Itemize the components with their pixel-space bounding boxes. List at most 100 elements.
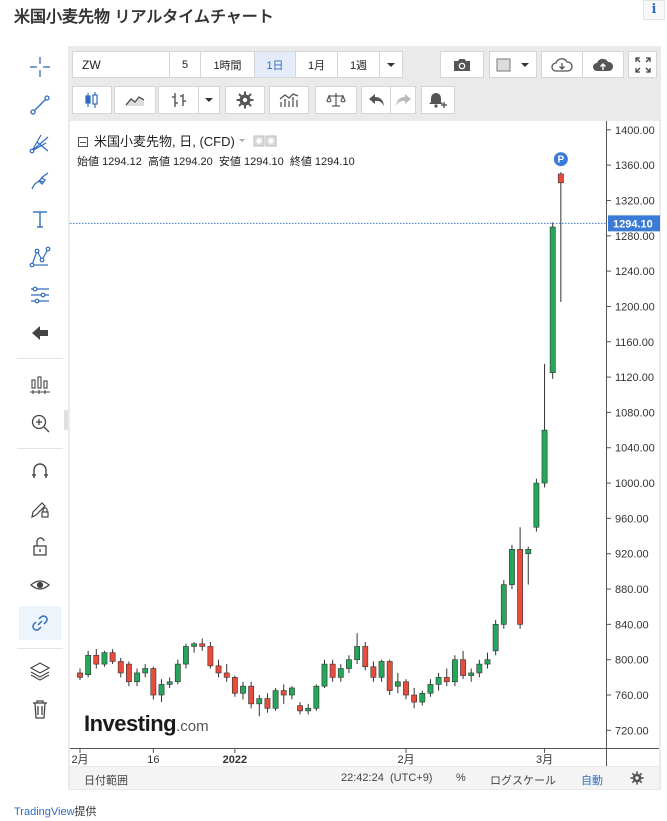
price-tick-label: 960.00: [615, 513, 649, 525]
alert-button[interactable]: [421, 86, 455, 114]
style-dropdown[interactable]: [489, 51, 537, 78]
date-range-button[interactable]: 日付範囲: [84, 772, 128, 788]
percent-toggle[interactable]: %: [456, 772, 466, 784]
candle-body: [231, 677, 238, 694]
price-axis-labels: 720.00 760.00 800.00 840.00 880.00 920.00 960.…: [607, 125, 660, 737]
gear-icon[interactable]: [630, 771, 644, 785]
time-tick-label: 3月: [536, 754, 553, 766]
candle: [403, 679, 409, 700]
candle: [256, 695, 263, 717]
investing-logo: Investing.com: [84, 711, 209, 737]
provider-credit: TradingView提供: [14, 803, 97, 819]
legend-options-icon[interactable]: [238, 135, 278, 147]
candle: [207, 642, 214, 669]
candle-body: [142, 668, 149, 674]
candle-body: [305, 707, 312, 712]
chart-pane[interactable]: P: [70, 121, 606, 748]
candle: [85, 650, 92, 678]
interval-1w[interactable]: 1週: [337, 51, 380, 78]
eye-icon[interactable]: [19, 568, 61, 602]
interval-dropdown[interactable]: [379, 51, 403, 78]
candle-body: [134, 672, 140, 683]
cloud-save-button[interactable]: [582, 51, 624, 78]
candle-body: [549, 226, 556, 373]
trend-line-icon[interactable]: [19, 88, 61, 122]
candle-body: [394, 681, 401, 687]
candle-type-button[interactable]: [72, 86, 112, 114]
pattern-icon[interactable]: [19, 240, 61, 274]
candle: [158, 679, 165, 703]
brush-icon[interactable]: [19, 164, 61, 198]
layers-icon[interactable]: [19, 654, 61, 688]
drawing-toolbar: [15, 46, 65, 736]
log-scale-toggle[interactable]: ログスケール: [490, 772, 556, 788]
interval-5[interactable]: 5: [169, 51, 201, 78]
time-axis-labels: 2月 16 2022 2月 3月: [71, 749, 553, 766]
candle: [240, 681, 246, 700]
price-tick-label: 1040.00: [615, 443, 655, 455]
redo-button[interactable]: [390, 86, 416, 114]
zoom-in-icon[interactable]: [19, 406, 61, 440]
candle: [93, 649, 100, 669]
price-tick-label: 1360.00: [615, 160, 655, 172]
time-axis[interactable]: 2月 16 2022 2月 3月: [70, 748, 606, 766]
pencil-lock-icon[interactable]: [19, 492, 61, 526]
cloud-load-button[interactable]: [541, 51, 583, 78]
candle-body: [443, 677, 450, 683]
clock-timezone[interactable]: (UTC+9): [390, 772, 432, 784]
candle-body: [484, 659, 491, 665]
candle-body: [460, 659, 466, 676]
cloud-upload-icon: [593, 58, 614, 71]
candle: [305, 703, 312, 715]
candle-body: [468, 672, 475, 676]
interval-1m[interactable]: 1月: [295, 51, 338, 78]
candle-body: [207, 646, 214, 667]
screenshot-button[interactable]: [440, 51, 484, 78]
area-type-button[interactable]: [114, 86, 156, 114]
time-tick-label: 2月: [397, 754, 414, 766]
compare-button[interactable]: [315, 86, 357, 114]
interval-1h[interactable]: 1時間: [200, 51, 255, 78]
undo-button[interactable]: [361, 86, 391, 114]
price-tick-label: 920.00: [615, 549, 649, 561]
collapse-legend-icon[interactable]: [78, 137, 88, 147]
price-tick-label: 1120.00: [615, 372, 654, 384]
price-axis[interactable]: 720.00 760.00 800.00 840.00 880.00 920.00 960.…: [606, 121, 660, 748]
pivot-marker-label: P: [558, 155, 565, 166]
back-arrow-icon[interactable]: [19, 316, 61, 350]
settings-button[interactable]: [225, 86, 265, 114]
candle-body: [525, 549, 532, 555]
candle-body: [500, 584, 507, 625]
magnet-icon[interactable]: [19, 454, 61, 488]
auto-scale-toggle[interactable]: 自動: [581, 772, 603, 788]
fullscreen-button[interactable]: [628, 51, 657, 78]
trash-icon[interactable]: [19, 692, 61, 726]
unlock-icon[interactable]: [19, 530, 61, 564]
candle-body: [109, 652, 116, 662]
info-icon[interactable]: i: [643, 0, 665, 20]
candle: [77, 668, 83, 681]
tradingview-link[interactable]: TradingView: [14, 806, 75, 818]
text-tool-icon[interactable]: [19, 202, 61, 236]
price-tick-label: 1240.00: [615, 266, 655, 278]
candle: [484, 652, 491, 669]
candle-body: [313, 685, 320, 709]
bar-type-button[interactable]: [158, 86, 198, 114]
candle: [557, 172, 564, 303]
candle: [525, 546, 532, 585]
gann-fan-icon[interactable]: [19, 126, 61, 160]
candle-body: [256, 698, 263, 705]
prediction-icon[interactable]: [19, 278, 61, 312]
chart-type-dropdown[interactable]: [198, 86, 220, 114]
candle: [289, 686, 295, 700]
link-icon[interactable]: [19, 606, 61, 640]
candle: [297, 702, 303, 715]
candle-body: [533, 482, 540, 528]
logo-suffix: .com: [176, 718, 209, 735]
measure-icon[interactable]: [19, 368, 61, 402]
indicators-button[interactable]: [269, 86, 309, 114]
candle: [354, 633, 360, 665]
symbol-input[interactable]: ZW: [72, 51, 170, 78]
interval-1d[interactable]: 1日: [254, 51, 296, 78]
crosshair-icon[interactable]: [19, 50, 61, 84]
